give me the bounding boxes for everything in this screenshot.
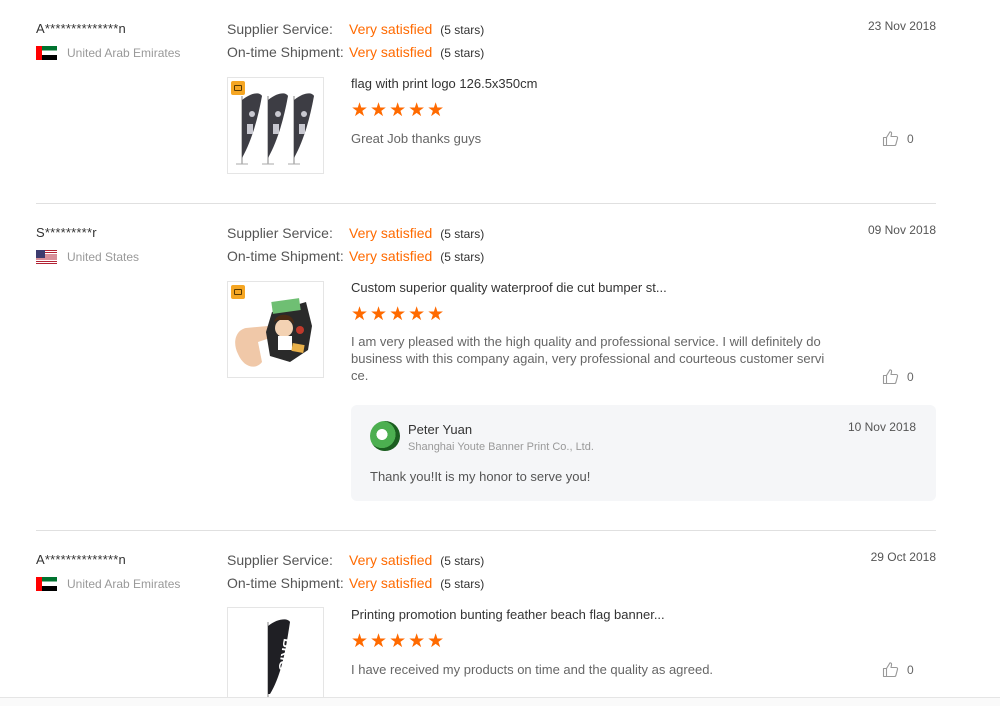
feather-flag-image: BRIG (267, 619, 296, 698)
review-date: 09 Nov 2018 (867, 223, 936, 237)
rating-stars: ★★★★★ (351, 100, 447, 121)
product-title-link[interactable]: Printing promotion bunting feather beach… (351, 607, 665, 622)
uae-flag-icon (36, 46, 57, 60)
rating-stars-text: (5 stars) (440, 227, 485, 241)
rating-value: Very satisfied (349, 552, 433, 568)
rating-label: Supplier Service: (227, 225, 333, 241)
like-button[interactable]: 0 (882, 130, 914, 147)
buyer-name: S*********r (36, 225, 97, 240)
supplier-service-rating: Supplier Service: Very satisfied (5 star… (227, 552, 484, 568)
rating-stars-text: (5 stars) (440, 23, 485, 37)
review-text: Great Job thanks guys (351, 131, 482, 146)
buyer-country: United Arab Emirates (36, 46, 180, 60)
product-thumbnail[interactable] (227, 77, 324, 174)
rating-value: Very satisfied (349, 44, 433, 60)
trade-assurance-icon (231, 81, 245, 95)
review-date: 23 Nov 2018 (867, 19, 936, 33)
us-flag-icon (36, 250, 57, 264)
supplier-service-rating: Supplier Service: Very satisfied (5 star… (227, 21, 484, 37)
rating-value: Very satisfied (349, 21, 433, 37)
avatar (370, 421, 400, 451)
rating-label: On-time Shipment: (227, 575, 344, 591)
supplier-reply: Peter Yuan Shanghai Youte Banner Print C… (351, 405, 936, 501)
supplier-service-rating: Supplier Service: Very satisfied (5 star… (227, 225, 484, 241)
rating-label: Supplier Service: (227, 552, 333, 568)
like-count: 0 (907, 662, 914, 677)
buyer-name: A**************n (36, 552, 126, 567)
shipment-rating: On-time Shipment: Very satisfied (5 star… (227, 44, 484, 60)
rating-value: Very satisfied (349, 225, 433, 241)
rating-stars-text: (5 stars) (440, 554, 485, 568)
reply-text: Thank you!It is my honor to serve you! (370, 469, 591, 484)
like-button[interactable]: 0 (882, 661, 914, 678)
rating-value: Very satisfied (349, 575, 433, 591)
review-date: 29 Oct 2018 (870, 550, 936, 564)
rating-stars-text: (5 stars) (440, 46, 485, 60)
uae-flag-icon (36, 577, 57, 591)
rating-label: Supplier Service: (227, 21, 333, 37)
rating-label: On-time Shipment: (227, 44, 344, 60)
buyer-country: United Arab Emirates (36, 577, 180, 591)
divider (36, 203, 936, 204)
product-title-link[interactable]: Custom superior quality waterproof die c… (351, 280, 667, 295)
product-thumbnail[interactable] (227, 281, 324, 378)
reply-company: Shanghai Youte Banner Print Co., Ltd. (408, 441, 594, 453)
like-count: 0 (907, 131, 914, 146)
shipment-rating: On-time Shipment: Very satisfied (5 star… (227, 248, 484, 264)
review-text: I have received my products on time and … (351, 662, 714, 677)
divider (36, 530, 936, 531)
like-count: 0 (907, 369, 914, 384)
thumbs-up-icon (882, 131, 899, 147)
reply-name: Peter Yuan (408, 422, 473, 437)
review-text: I am very pleased with the high quality … (351, 334, 825, 383)
product-thumbnail[interactable]: BRIG (227, 607, 324, 698)
rating-stars: ★★★★★ (351, 631, 447, 652)
rating-value: Very satisfied (349, 248, 433, 264)
rating-stars: ★★★★★ (351, 304, 447, 325)
country-label: United Arab Emirates (67, 577, 181, 591)
reply-date: 10 Nov 2018 (847, 420, 916, 434)
thumbs-up-icon (882, 369, 899, 385)
rating-label: On-time Shipment: (227, 248, 344, 264)
buyer-name: A**************n (36, 21, 126, 36)
country-label: United Arab Emirates (67, 46, 181, 60)
rating-stars-text: (5 stars) (440, 577, 485, 591)
like-button[interactable]: 0 (882, 368, 914, 385)
trade-assurance-icon (231, 285, 245, 299)
thumbs-up-icon (882, 662, 899, 678)
country-label: United States (67, 250, 140, 264)
shipment-rating: On-time Shipment: Very satisfied (5 star… (227, 575, 484, 591)
product-title-link[interactable]: flag with print logo 126.5x350cm (351, 76, 537, 91)
rating-stars-text: (5 stars) (440, 250, 485, 264)
buyer-country: United States (36, 250, 139, 264)
